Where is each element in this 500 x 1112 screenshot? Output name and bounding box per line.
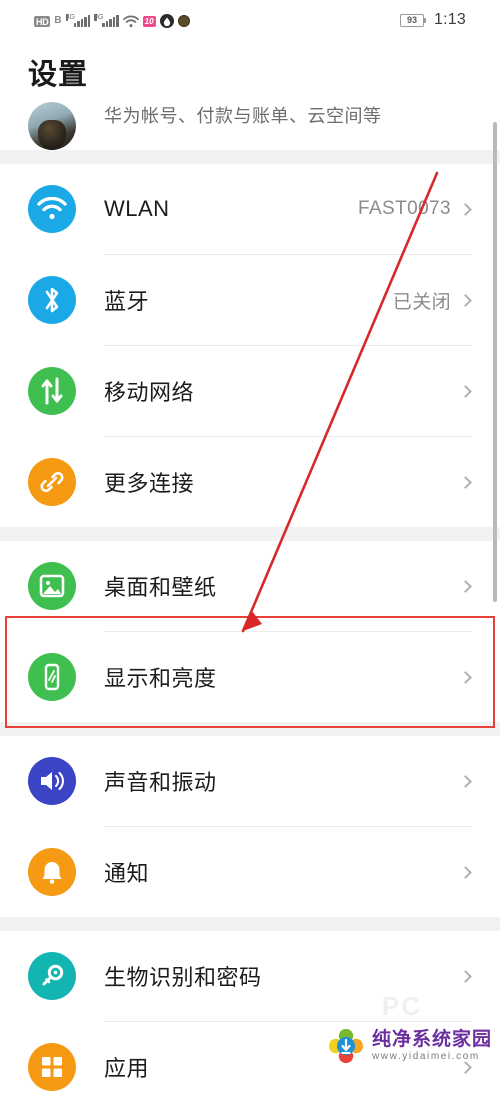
account-subtitle: 华为帐号、付款与账单、云空间等 [104,106,382,126]
settings-item-sound-and-vibration[interactable]: 声音和振动 [0,736,500,826]
settings-item-bluetooth[interactable]: 蓝牙 已关闭 [0,255,500,345]
notification-bell-icon [28,848,76,896]
settings-item-label: WLAN [104,196,170,221]
bar [84,17,87,27]
dark-round-icon [177,15,190,27]
bar [77,21,80,27]
chevron-right-icon [459,865,472,879]
watermark: 纯净系统家园 www.yidaimei.com [326,1026,492,1066]
settings-item-display-and-brightness[interactable]: 显示和亮度 [0,632,500,722]
settings-item-more-connections[interactable]: 更多连接 [0,437,500,527]
network-type-label-2: 4G [94,14,104,21]
bar [87,15,91,27]
settings-item-label: 更多连接 [104,471,195,496]
watermark-site-url: www.yidaimei.com [371,1051,480,1062]
settings-item-label: 移动网络 [104,380,195,405]
avatar [28,102,76,150]
bar [112,17,116,27]
bar [102,23,105,27]
settings-item-biometrics-and-password[interactable]: 生物识别和密码 [0,931,500,1021]
settings-item-mobile-network[interactable]: 移动网络 [0,346,500,436]
group-display: 桌面和壁纸 显示和亮度 [0,541,500,722]
watermark-logo-icon [326,1026,366,1066]
group-security-and-apps: 生物识别和密码 应用 [0,931,500,1112]
chevron-right-icon [459,969,472,983]
more-connections-icon [28,458,76,506]
settings-item-label: 桌面和壁纸 [104,575,217,600]
network-type-label-1: 4G [65,14,75,21]
rating-badge-icon: 10 [142,15,156,27]
settings-item-label: 蓝牙 [104,289,150,314]
status-bar: HD B 4G 4G 10 93 1:13 [0,0,500,42]
group-separator [0,150,500,164]
bar [80,19,84,27]
wlan-icon [28,185,76,233]
bar [105,21,109,27]
group-sound-and-notifications: 声音和振动 通知 [0,736,500,917]
bar [73,23,77,27]
chevron-right-icon [459,293,472,307]
page-title: 设置 [28,59,89,91]
group-separator [0,917,500,931]
watermark-site-name: 纯净系统家园 [371,1029,492,1050]
group-connectivity: WLAN FAST0073 蓝牙 已关闭 移动网络 更多连接 [0,164,500,527]
watermark-text: 纯净系统家园 www.yidaimei.com [372,1030,492,1062]
settings-item-notifications[interactable]: 通知 [0,827,500,917]
chevron-right-icon [459,579,472,593]
chevron-right-icon [459,774,472,788]
settings-item-value: FAST0073 [358,198,451,219]
status-bar-clock: 1:13 [434,11,466,28]
chevron-right-icon [459,670,472,684]
chevron-right-icon [459,202,472,216]
signal-strength-icon-1: 4G [65,14,91,27]
page-header: 设置 [0,42,500,102]
sidebar-item-huawei-account[interactable]: 华为帐号、付款与账单、云空间等 [0,102,500,150]
settings-item-label: 声音和振动 [104,770,217,795]
biometrics-password-icon [28,952,76,1000]
water-drop-circle-icon [159,14,174,28]
settings-item-wlan[interactable]: WLAN FAST0073 [0,164,500,254]
scrollbar-thumb[interactable] [493,122,497,602]
sound-vibration-icon [28,757,76,805]
status-bar-left-icons: HD B 4G 4G 10 [34,14,190,28]
account-card: 华为帐号、付款与账单、云空间等 [0,102,500,150]
chevron-right-icon [459,475,472,489]
settings-item-label: 生物识别和密码 [104,965,262,990]
settings-item-label: 通知 [104,861,150,886]
sim-card-icon: B [54,15,62,26]
settings-scroll-area[interactable]: 华为帐号、付款与账单、云空间等 WLAN FAST0073 蓝牙 已关闭 移动网… [0,102,500,1112]
mobile-network-icon [28,367,76,415]
hd-voice-icon: HD [34,15,51,27]
bar [116,15,119,27]
battery-level-label: 93 [407,14,418,25]
bluetooth-icon [28,276,76,324]
settings-item-home-and-wallpaper[interactable]: 桌面和壁纸 [0,541,500,631]
group-separator [0,527,500,541]
wifi-icon [122,14,139,28]
display-brightness-icon [28,653,76,701]
wallpaper-icon [28,562,76,610]
watermark-ghost-text: PC [381,991,422,1021]
signal-strength-icon-2: 4G [94,14,119,27]
settings-item-value: 已关闭 [392,291,451,313]
phone-screen: HD B 4G 4G 10 93 1:13 设置 华为帐号、付款与账单、云空间等… [0,0,500,1112]
group-separator [0,722,500,736]
battery-icon: 93 [400,13,427,27]
bar [109,19,112,27]
settings-item-label: 显示和亮度 [104,666,217,691]
chevron-right-icon [459,384,472,398]
status-bar-right-icons: 93 1:13 [400,11,466,29]
